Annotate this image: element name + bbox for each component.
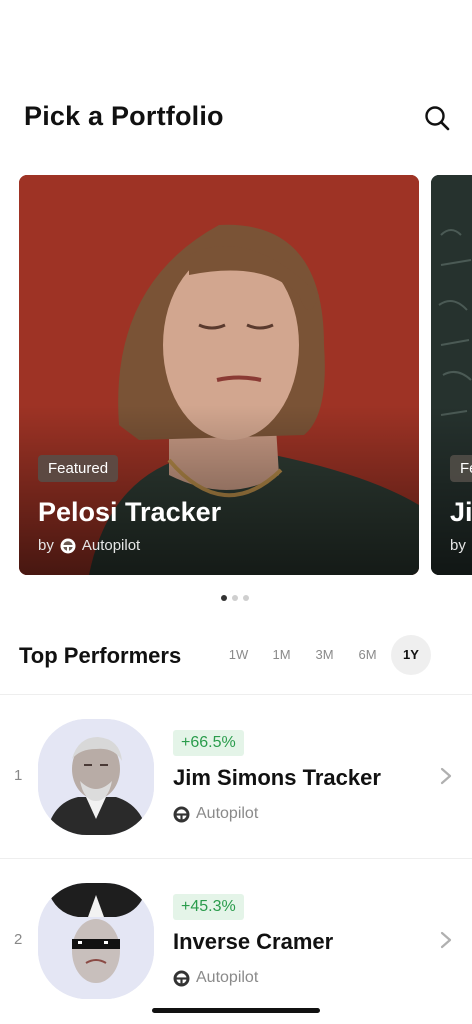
rank-number: 2 [14,931,23,948]
author-name: Autopilot [196,969,259,986]
range-1w[interactable]: 1W [217,635,260,675]
card-next-by: by [450,537,466,554]
card-by-label: by [38,537,54,554]
page-dot-active[interactable] [221,595,227,601]
performance-change: +66.5% [173,730,244,756]
chevron-right-icon[interactable] [438,766,454,786]
range-6m[interactable]: 6M [346,635,389,675]
featured-badge: Featured [38,455,119,482]
page-dot[interactable] [243,595,249,601]
range-1m[interactable]: 1M [260,635,303,675]
portfolio-carousel[interactable]: Featured Pelosi Tracker by Autopilot Fe … [0,175,472,577]
portfolio-name: Jim Simons Tracker [173,765,381,790]
range-3m[interactable]: 3M [303,635,346,675]
top-performers-title: Top Performers [19,643,182,668]
steering-wheel-icon [173,806,190,822]
portfolio-author: Autopilot [173,805,258,823]
performance-change: +45.3% [173,894,244,920]
portfolio-card-next[interactable]: Fe Ji by [431,175,472,575]
steering-wheel-icon [60,538,76,553]
portfolio-author: Autopilot [173,969,258,987]
header: Pick a Portfolio [0,0,472,160]
avatar-inverse-cramer [38,883,154,999]
page-dot[interactable] [232,595,238,601]
author-name: Autopilot [196,805,259,822]
portfolio-card-pelosi-tracker[interactable]: Featured Pelosi Tracker by Autopilot [19,175,419,575]
card-author: by Autopilot [38,537,140,554]
chevron-right-icon[interactable] [438,930,454,950]
avatar-jim-simons [38,719,154,835]
search-icon[interactable] [423,104,451,132]
carousel-page-indicator [221,595,249,601]
portfolio-name: Inverse Cramer [173,929,334,954]
rank-number: 1 [14,767,23,784]
performer-row-inverse-cramer[interactable]: 2 +45.3% Inverse Cramer Autopilot [0,859,472,1022]
home-indicator[interactable] [152,1008,320,1013]
card-author-name: Autopilot [81,537,141,554]
steering-wheel-icon [173,970,190,986]
card-next-badge: Fe [450,455,472,482]
card-next-title: Ji [450,497,472,527]
performer-row-jim-simons[interactable]: 1 +66.5% Jim Simons Tracker Autopilot [0,695,472,858]
card-title: Pelosi Tracker [38,497,222,527]
time-range-selector: 1W 1M 3M 6M 1Y [217,635,431,675]
range-1y[interactable]: 1Y [391,635,431,675]
page-title: Pick a Portfolio [24,101,224,131]
